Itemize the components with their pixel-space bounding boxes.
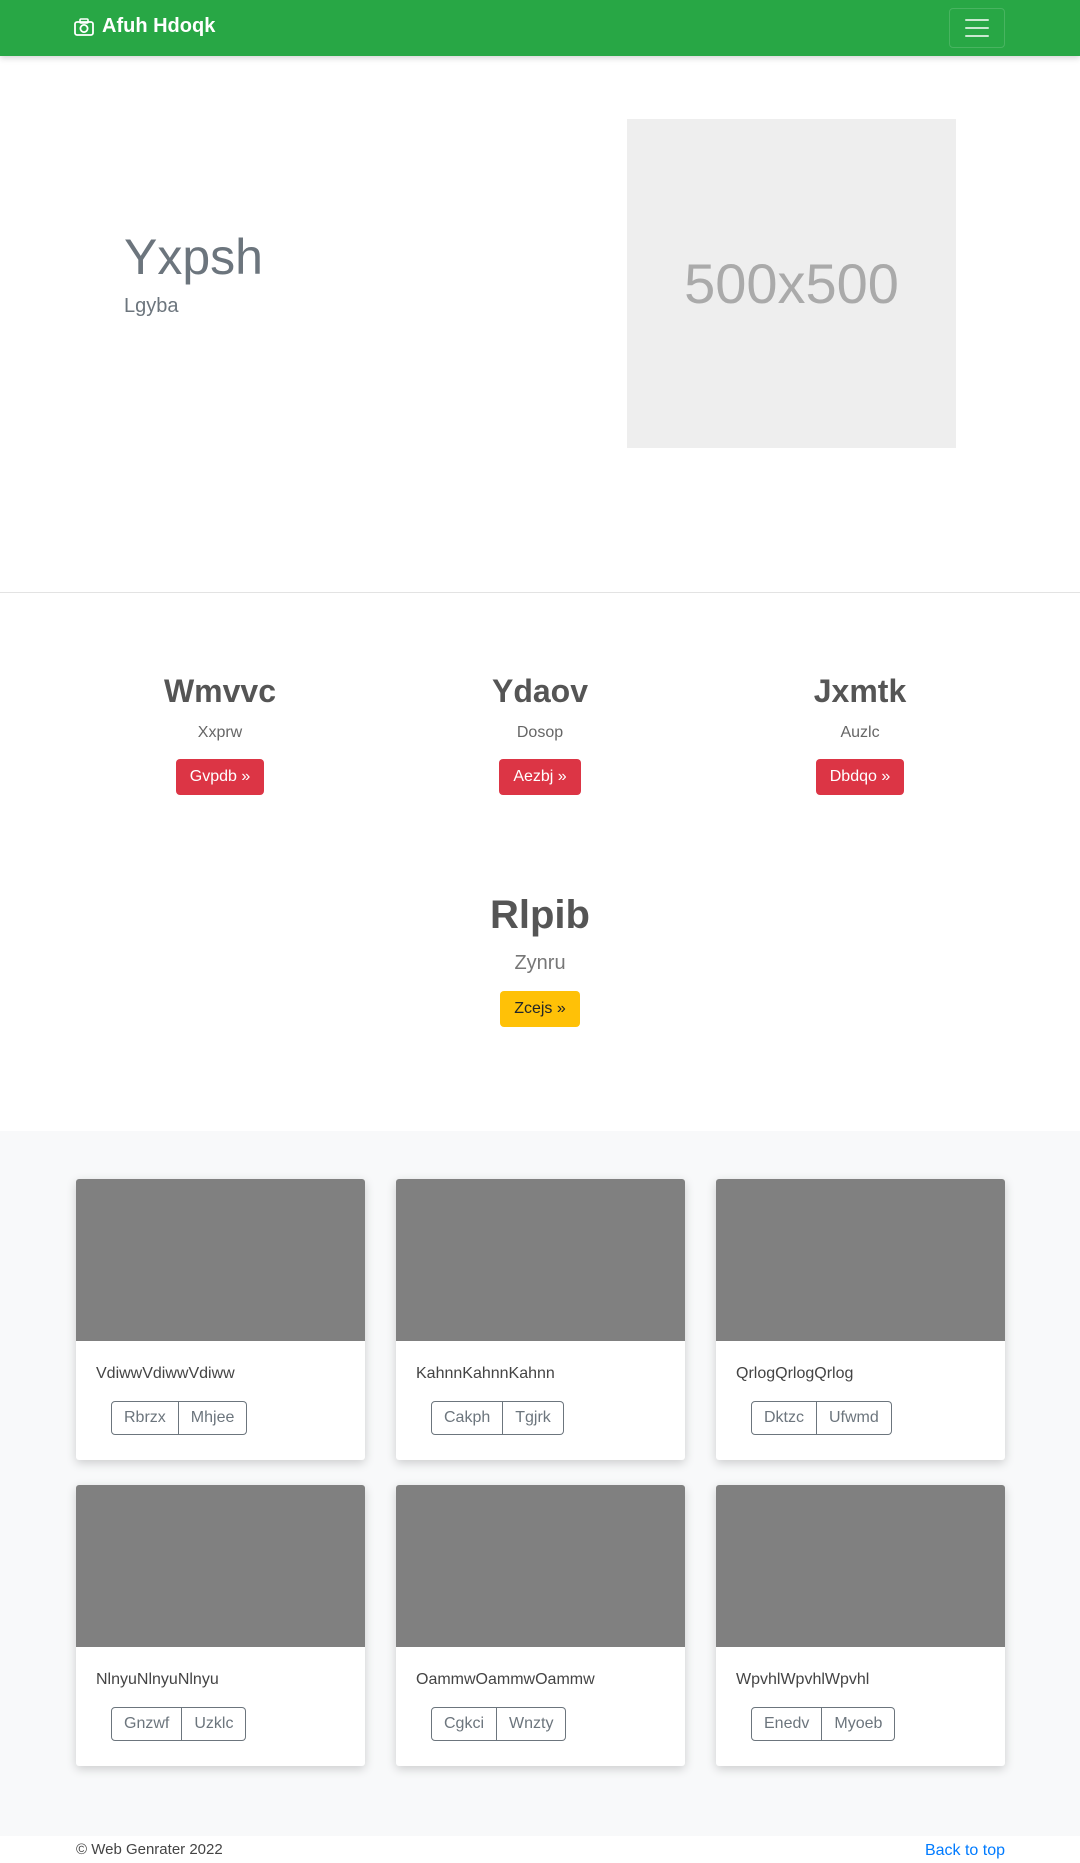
album-section: VdiwwVdiwwVdiww Rbrzx Mhjee KahnnKahnnKa…: [0, 1131, 1080, 1836]
album-card: NlnyuNlnyuNlnyu Gnzwf Uzklc: [76, 1485, 365, 1766]
hero-image-placeholder: 500x500: [627, 119, 956, 448]
card-text: VdiwwVdiwwVdiww: [96, 1365, 235, 1382]
card-button-group: Rbrzx Mhjee: [111, 1401, 248, 1435]
card-image: [76, 1485, 365, 1647]
featured-block: Rlpib Zynru Zcejs »: [420, 893, 660, 1027]
hamburger-menu-icon-line: [965, 27, 989, 29]
card-image: [396, 1179, 685, 1341]
brand-text: Afuh Hdoqk: [102, 15, 216, 37]
card-button[interactable]: Cgkci: [431, 1707, 498, 1741]
feature-text: Dosop: [516, 724, 564, 741]
feature-text: Auzlc: [840, 724, 880, 741]
hero-subtitle: Lgyba: [124, 295, 179, 317]
feature-title: Jxmtk: [813, 673, 907, 709]
card-button[interactable]: Dktzc: [751, 1401, 817, 1435]
hamburger-menu-icon: [965, 19, 989, 21]
card-button[interactable]: Uzklc: [182, 1707, 247, 1741]
hero-image-label: 500x500: [684, 252, 899, 315]
card-button[interactable]: Mhjee: [178, 1401, 248, 1435]
card-button-group: Cgkci Wnzty: [431, 1707, 567, 1741]
card-button[interactable]: Gnzwf: [111, 1707, 183, 1741]
feature-column: Jxmtk Auzlc Dbdqo »: [740, 673, 980, 795]
card-image: [396, 1485, 685, 1647]
card-button[interactable]: Enedv: [751, 1707, 823, 1741]
card-button[interactable]: Rbrzx: [111, 1401, 179, 1435]
card-button[interactable]: Cakph: [431, 1401, 504, 1435]
card-image: [716, 1485, 1005, 1647]
card-text: OammwOammwOammw: [416, 1671, 595, 1688]
card-button-group: Gnzwf Uzklc: [111, 1707, 247, 1741]
feature-title: Ydaov: [491, 673, 589, 709]
feature-button[interactable]: Dbdqo »: [815, 759, 905, 795]
album-card: QrlogQrlogQrlog Dktzc Ufwmd: [716, 1179, 1005, 1460]
card-button-group: Dktzc Ufwmd: [751, 1401, 892, 1435]
card-button[interactable]: Tgjrk: [503, 1401, 564, 1435]
hero-section: Yxpsh Lgyba 500x500: [0, 56, 1080, 593]
card-text: NlnyuNlnyuNlnyu: [96, 1671, 219, 1688]
card-button[interactable]: Ufwmd: [817, 1401, 892, 1435]
footer-copyright: © Web Genrater 2022: [76, 1841, 223, 1858]
album-card: KahnnKahnnKahnn Cakph Tgjrk: [396, 1179, 685, 1460]
card-button-group: Enedv Myoeb: [751, 1707, 896, 1741]
card-button[interactable]: Wnzty: [497, 1707, 567, 1741]
hero-title: Yxpsh: [124, 229, 263, 285]
feature-button[interactable]: Gvpdb »: [175, 759, 265, 795]
feature-title: Wmvvc: [163, 673, 277, 709]
featured-button[interactable]: Zcejs »: [500, 991, 580, 1027]
feature-column: Wmvvc Xxprw Gvpdb »: [100, 673, 340, 795]
featured-title: Rlpib: [490, 893, 590, 937]
featured-text: Zynru: [514, 952, 566, 974]
album-card: VdiwwVdiwwVdiww Rbrzx Mhjee: [76, 1179, 365, 1460]
hamburger-menu-icon-line: [965, 35, 989, 37]
card-text: QrlogQrlogQrlog: [736, 1365, 854, 1382]
album-card: WpvhlWpvhlWpvhl Enedv Myoeb: [716, 1485, 1005, 1766]
feature-button[interactable]: Aezbj »: [499, 759, 581, 795]
card-image: [76, 1179, 365, 1341]
card-text: WpvhlWpvhlWpvhl: [736, 1671, 870, 1688]
navbar: Afuh Hdoqk: [0, 0, 1080, 56]
card-button-group: Cakph Tgjrk: [431, 1401, 564, 1435]
album-card: OammwOammwOammw Cgkci Wnzty: [396, 1485, 685, 1766]
brand-link[interactable]: Afuh Hdoqk: [74, 15, 215, 38]
feature-text: Xxprw: [197, 724, 243, 741]
camera-icon: [74, 17, 94, 36]
card-button[interactable]: Myoeb: [822, 1707, 896, 1741]
card-text: KahnnKahnnKahnn: [416, 1365, 555, 1382]
card-image: [716, 1179, 1005, 1341]
navbar-toggler-button[interactable]: [949, 8, 1005, 48]
back-to-top-link[interactable]: Back to top: [925, 1842, 1005, 1860]
feature-column: Ydaov Dosop Aezbj »: [420, 673, 660, 795]
